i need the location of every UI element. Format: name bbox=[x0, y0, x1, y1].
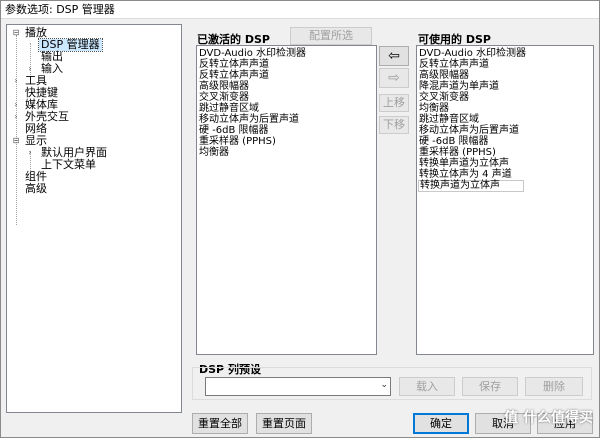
list-item[interactable]: DVD-Audio 水印检测器 bbox=[198, 48, 375, 59]
preferences-window: 参数选项: DSP 管理器 ⊟ 播放 DSP 管理器 输出 › 输入 › 工具 … bbox=[0, 0, 600, 438]
tree-item-advanced[interactable]: 高级 bbox=[7, 183, 181, 195]
ok-button[interactable]: 确定 bbox=[413, 413, 469, 434]
window-title: 参数选项: DSP 管理器 bbox=[1, 1, 599, 19]
list-item[interactable]: 转换立体声为 4 声道 bbox=[418, 169, 592, 180]
move-down-button[interactable]: 下移 bbox=[379, 116, 409, 134]
list-item[interactable]: 转换声道为立体声 bbox=[418, 180, 524, 192]
list-item[interactable]: 交叉渐变器 bbox=[198, 92, 375, 103]
list-item[interactable]: 高级限幅器 bbox=[418, 70, 592, 81]
list-item[interactable]: 反转立体声声道 bbox=[198, 70, 375, 81]
expand-icon[interactable]: › bbox=[12, 99, 20, 111]
list-item[interactable]: 交叉渐变器 bbox=[418, 92, 592, 103]
list-item[interactable]: DVD-Audio 水印检测器 bbox=[418, 48, 592, 59]
list-item[interactable]: 均衡器 bbox=[418, 103, 592, 114]
delete-preset-button[interactable]: 删除 bbox=[525, 377, 583, 396]
list-item[interactable]: 均衡器 bbox=[198, 147, 375, 158]
list-item[interactable]: 重采样器 (PPHS) bbox=[198, 136, 375, 147]
list-item[interactable]: 硬 -6dB 限幅器 bbox=[198, 125, 375, 136]
list-item[interactable]: 反转立体声声道 bbox=[198, 59, 375, 70]
preset-combobox[interactable]: ⌄ bbox=[205, 377, 391, 396]
reset-all-button[interactable]: 重置全部 bbox=[192, 413, 248, 434]
reset-page-button[interactable]: 重置页面 bbox=[256, 413, 312, 434]
add-arrow-button[interactable]: ⇦ bbox=[379, 46, 409, 66]
arrow-left-icon: ⇦ bbox=[388, 48, 400, 64]
configure-selected-button[interactable]: 配置所选 bbox=[290, 27, 372, 45]
preferences-tree[interactable]: ⊟ 播放 DSP 管理器 输出 › 输入 › 工具 快捷键 › 媒体库 › 外壳… bbox=[6, 24, 182, 413]
remove-arrow-button[interactable]: ⇨ bbox=[379, 68, 409, 88]
tree-item-output[interactable]: 输出 bbox=[7, 51, 181, 63]
available-dsp-list[interactable]: DVD-Audio 水印检测器 反转立体声声道 高级限幅器 降混声道为单声道 交… bbox=[416, 45, 594, 355]
active-dsp-list[interactable]: DVD-Audio 水印检测器 反转立体声声道 反转立体声声道 高级限幅器 交叉… bbox=[196, 45, 377, 355]
watermark-logo: 值 什么值得买 bbox=[504, 410, 593, 426]
list-item[interactable]: 降混声道为单声道 bbox=[418, 81, 592, 92]
save-preset-button[interactable]: 保存 bbox=[462, 377, 518, 396]
list-item[interactable]: 重采样器 (PPHS) bbox=[418, 147, 592, 158]
list-item[interactable]: 转换单声道为立体声 bbox=[418, 158, 592, 169]
list-item[interactable]: 跳过静音区域 bbox=[198, 103, 375, 114]
arrow-right-icon: ⇨ bbox=[388, 70, 400, 86]
list-item[interactable]: 跳过静音区域 bbox=[418, 114, 592, 125]
collapse-icon[interactable]: ⊟ bbox=[12, 27, 20, 39]
expand-icon[interactable]: › bbox=[26, 147, 34, 159]
list-item[interactable]: 反转立体声声道 bbox=[418, 59, 592, 70]
tree-item-label: 高级 bbox=[25, 182, 47, 195]
list-item[interactable]: 硬 -6dB 限幅器 bbox=[418, 136, 592, 147]
move-up-button[interactable]: 上移 bbox=[379, 94, 409, 112]
list-item[interactable]: 高级限幅器 bbox=[198, 81, 375, 92]
expand-icon[interactable]: › bbox=[12, 75, 20, 87]
chevron-down-icon[interactable]: ⌄ bbox=[380, 380, 388, 390]
list-item[interactable]: 移动立体声为后置声道 bbox=[418, 125, 592, 136]
collapse-icon[interactable]: ⊟ bbox=[12, 135, 20, 147]
list-item[interactable]: 移动立体声为后置声道 bbox=[198, 114, 375, 125]
tree-item-dsp-manager[interactable]: DSP 管理器 bbox=[7, 38, 181, 52]
tree-item-label: 上下文菜单 bbox=[41, 158, 96, 171]
load-preset-button[interactable]: 载入 bbox=[399, 377, 455, 396]
expand-icon[interactable]: › bbox=[12, 111, 20, 123]
